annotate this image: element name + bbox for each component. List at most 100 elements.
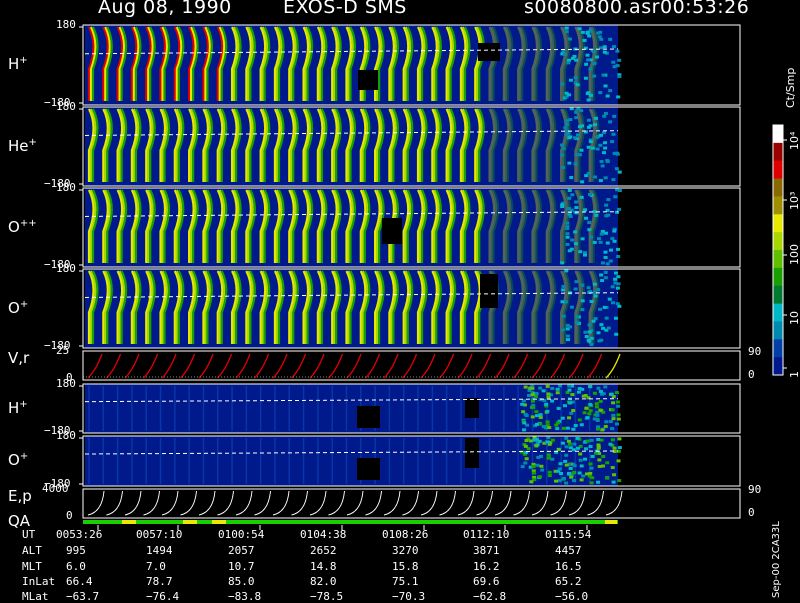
spectrogram-pixel [593, 317, 598, 321]
colorbar-segment [773, 232, 783, 251]
colorbar-segment [773, 303, 783, 322]
spectrogram-pixel [578, 452, 583, 456]
spectrogram-pixel [583, 76, 588, 80]
spectrogram-pixel [588, 67, 593, 71]
spectrogram-pixel [596, 31, 601, 35]
spectrogram-pixel [605, 262, 610, 266]
right-axis-max-label: 90 [748, 483, 762, 496]
spectrogram-pixel [567, 384, 572, 388]
spectrogram-pixel [545, 409, 550, 413]
spectrogram-pixel [614, 391, 619, 395]
spectrogram-pixel [603, 276, 608, 280]
spectrogram-pixel [528, 439, 533, 443]
y-axis-max-label: 180 [56, 181, 76, 194]
spectrogram-pixel [564, 122, 569, 126]
spectrogram-pixel [593, 175, 598, 179]
spectrogram-pixel [612, 446, 617, 450]
spectrogram-pixel [587, 34, 592, 38]
spectrogram-pixel [600, 229, 605, 233]
spectrogram-pixel [564, 436, 569, 440]
footer-cell: 6.0 [66, 560, 86, 573]
spectrogram-pixel [550, 399, 555, 403]
spectrogram-pixel [562, 404, 567, 408]
panel-label: O+ [8, 451, 29, 469]
spectrogram-pixel [611, 480, 616, 484]
spectrogram-pixel [606, 198, 611, 202]
spectrogram-pixel [574, 280, 579, 284]
spectrogram-pixel [556, 406, 561, 410]
spectrogram-pixel [538, 413, 543, 417]
spectrogram-pixel [610, 285, 615, 289]
spectrogram-pixel [585, 439, 590, 443]
spectrogram-pixel [560, 82, 565, 86]
spectrogram-pixel [606, 326, 611, 330]
spectrogram-pixel [598, 307, 603, 311]
spectrogram-pixel [616, 282, 621, 286]
spectrogram-pixel [616, 413, 621, 417]
footer-cell: 2652 [310, 544, 337, 557]
spectrogram-pixel [612, 473, 617, 477]
spectrogram-pixel [560, 153, 565, 157]
spectrogram-panels [79, 24, 787, 530]
spectrogram-pixel [568, 466, 573, 470]
spectrogram-pixel [611, 178, 616, 182]
spectrogram-pixel [613, 277, 618, 281]
spectrogram-pixel [615, 151, 620, 155]
data-gap [382, 218, 402, 244]
spectrogram-pixel [569, 305, 574, 309]
spectrogram-pixel [521, 399, 526, 403]
spectrogram-pixel [585, 92, 590, 96]
right-axis-min-label: 0 [748, 368, 755, 381]
qa-flag [122, 520, 136, 524]
spectrogram-pixel [605, 241, 610, 245]
spectrogram-pixel [584, 472, 589, 476]
spectrogram-pixel [610, 466, 615, 470]
spectrogram-pixel [592, 282, 597, 286]
spectrogram-pixel [565, 334, 570, 338]
spectrogram-pixel [597, 339, 602, 343]
spectrogram-pixel [614, 332, 619, 336]
spectrogram-pixel [531, 465, 536, 469]
footer-cell: 995 [66, 544, 86, 557]
footer-row-label: ALT [22, 544, 42, 557]
spectrogram-pixel [567, 188, 572, 192]
spectrogram-pixel [605, 461, 610, 465]
data-gap [480, 274, 498, 308]
colorbar-segment [773, 250, 783, 269]
spectrogram-pixel [604, 316, 609, 320]
footer-cell: 3871 [473, 544, 500, 557]
spectrogram-pixel [573, 76, 578, 80]
spectrogram-pixel [582, 38, 587, 42]
footer-cell: −83.8 [228, 590, 262, 603]
colorbar-segment [773, 142, 783, 162]
spectrogram-pixel [555, 391, 560, 395]
spectrogram-pixel [576, 446, 581, 450]
spectrogram-pixel [617, 58, 622, 62]
spectrogram-pixel [563, 459, 568, 463]
data-gap [478, 43, 500, 61]
footer-row-label: InLat [22, 575, 56, 588]
footer-cell: −70.3 [392, 590, 426, 603]
spectrogram-pixel [573, 242, 578, 246]
spectrogram-pixel [561, 476, 566, 480]
footer-cell: 0057:10 [136, 528, 183, 541]
spectrogram-pixel [571, 409, 576, 413]
spectrogram-pixel [574, 153, 579, 157]
spectrogram-pixel [526, 393, 531, 397]
spectrogram-pixel [577, 418, 582, 422]
spectrogram-pixel [608, 89, 613, 93]
spectrogram-pixel [541, 389, 546, 393]
spectrogram-pixel [615, 422, 620, 426]
spectrogram-pixel [603, 146, 608, 150]
spectrogram-pixel [590, 476, 595, 480]
spectrogram-pixel [613, 195, 618, 199]
spectrogram-pixel [561, 49, 566, 53]
spectrogram-pixel [546, 392, 551, 396]
spectrogram-pixel [603, 424, 608, 428]
colorbar-segment [773, 267, 783, 287]
spectrogram-pixel [616, 459, 621, 463]
panel-label: H+ [8, 55, 28, 73]
spectrogram-pixel [555, 387, 560, 391]
qa-flag [605, 520, 617, 524]
spectrogram-pixel [566, 93, 571, 97]
